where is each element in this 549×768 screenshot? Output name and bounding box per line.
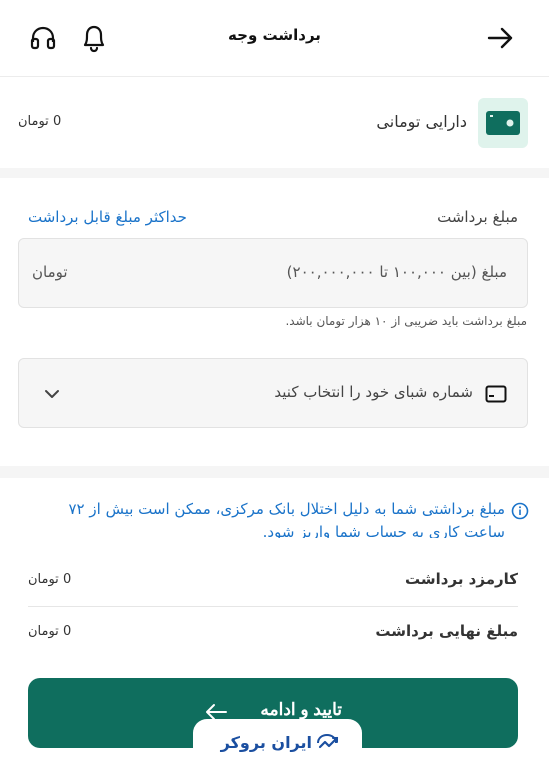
brand-badge: ایران بروکر [193, 719, 362, 768]
delay-notice: مبلغ برداشتی شما به دلیل اختلال بانک مرک… [0, 478, 549, 538]
max-withdraw-link[interactable]: حداکثر مبلغ قابل برداشت [28, 208, 187, 226]
amount-input[interactable]: مبلغ (بین ۱۰۰,۰۰۰ تا ۲۰۰,۰۰۰,۰۰۰) تومان [18, 238, 528, 308]
amount-label: مبلغ برداشت [437, 208, 518, 226]
amount-placeholder: مبلغ (بین ۱۰۰,۰۰۰ تا ۲۰۰,۰۰۰,۰۰۰) [286, 263, 507, 281]
brand-name: ایران بروکر [220, 733, 312, 752]
fee-value: 0 تومان [28, 572, 72, 587]
fee-row: کارمزد برداشت 0 تومان [28, 560, 518, 600]
info-icon [511, 502, 529, 520]
amount-unit: تومان [32, 263, 68, 281]
bank-card-icon [485, 384, 507, 404]
final-amount-value: 0 تومان [28, 624, 72, 639]
amount-hint: مبلغ برداشت باید ضریبی از ۱۰ هزار تومان … [285, 314, 527, 328]
chevron-down-icon [42, 386, 62, 402]
balance-value: 0 تومان [18, 114, 62, 129]
final-amount-row: مبلغ نهایی برداشت 0 تومان [28, 612, 518, 652]
headphones-icon[interactable] [28, 24, 58, 52]
section-separator [0, 168, 549, 178]
section-separator [0, 466, 549, 478]
bell-icon[interactable] [80, 22, 108, 54]
divider [28, 606, 518, 607]
confirm-label: تایید و ادامه [260, 700, 342, 719]
arrow-right-icon[interactable] [485, 24, 515, 52]
toman-balance-card: دارایی تومانی 0 تومان [0, 78, 549, 168]
sheba-placeholder: شماره شبای خود را انتخاب کنید [274, 383, 473, 401]
final-amount-label: مبلغ نهایی برداشت [375, 622, 518, 640]
wallet-icon [478, 98, 528, 148]
notice-text: مبلغ برداشتی شما به دلیل اختلال بانک مرک… [68, 500, 506, 538]
sheba-select[interactable]: شماره شبای خود را انتخاب کنید [18, 358, 528, 428]
fee-label: کارمزد برداشت [405, 570, 518, 588]
withdraw-form: مبلغ برداشت حداکثر مبلغ قابل برداشت مبلغ… [0, 178, 549, 466]
header: برداشت وجه [0, 0, 549, 77]
brand-logo-icon [316, 733, 340, 753]
balance-label: دارایی تومانی [376, 112, 467, 131]
